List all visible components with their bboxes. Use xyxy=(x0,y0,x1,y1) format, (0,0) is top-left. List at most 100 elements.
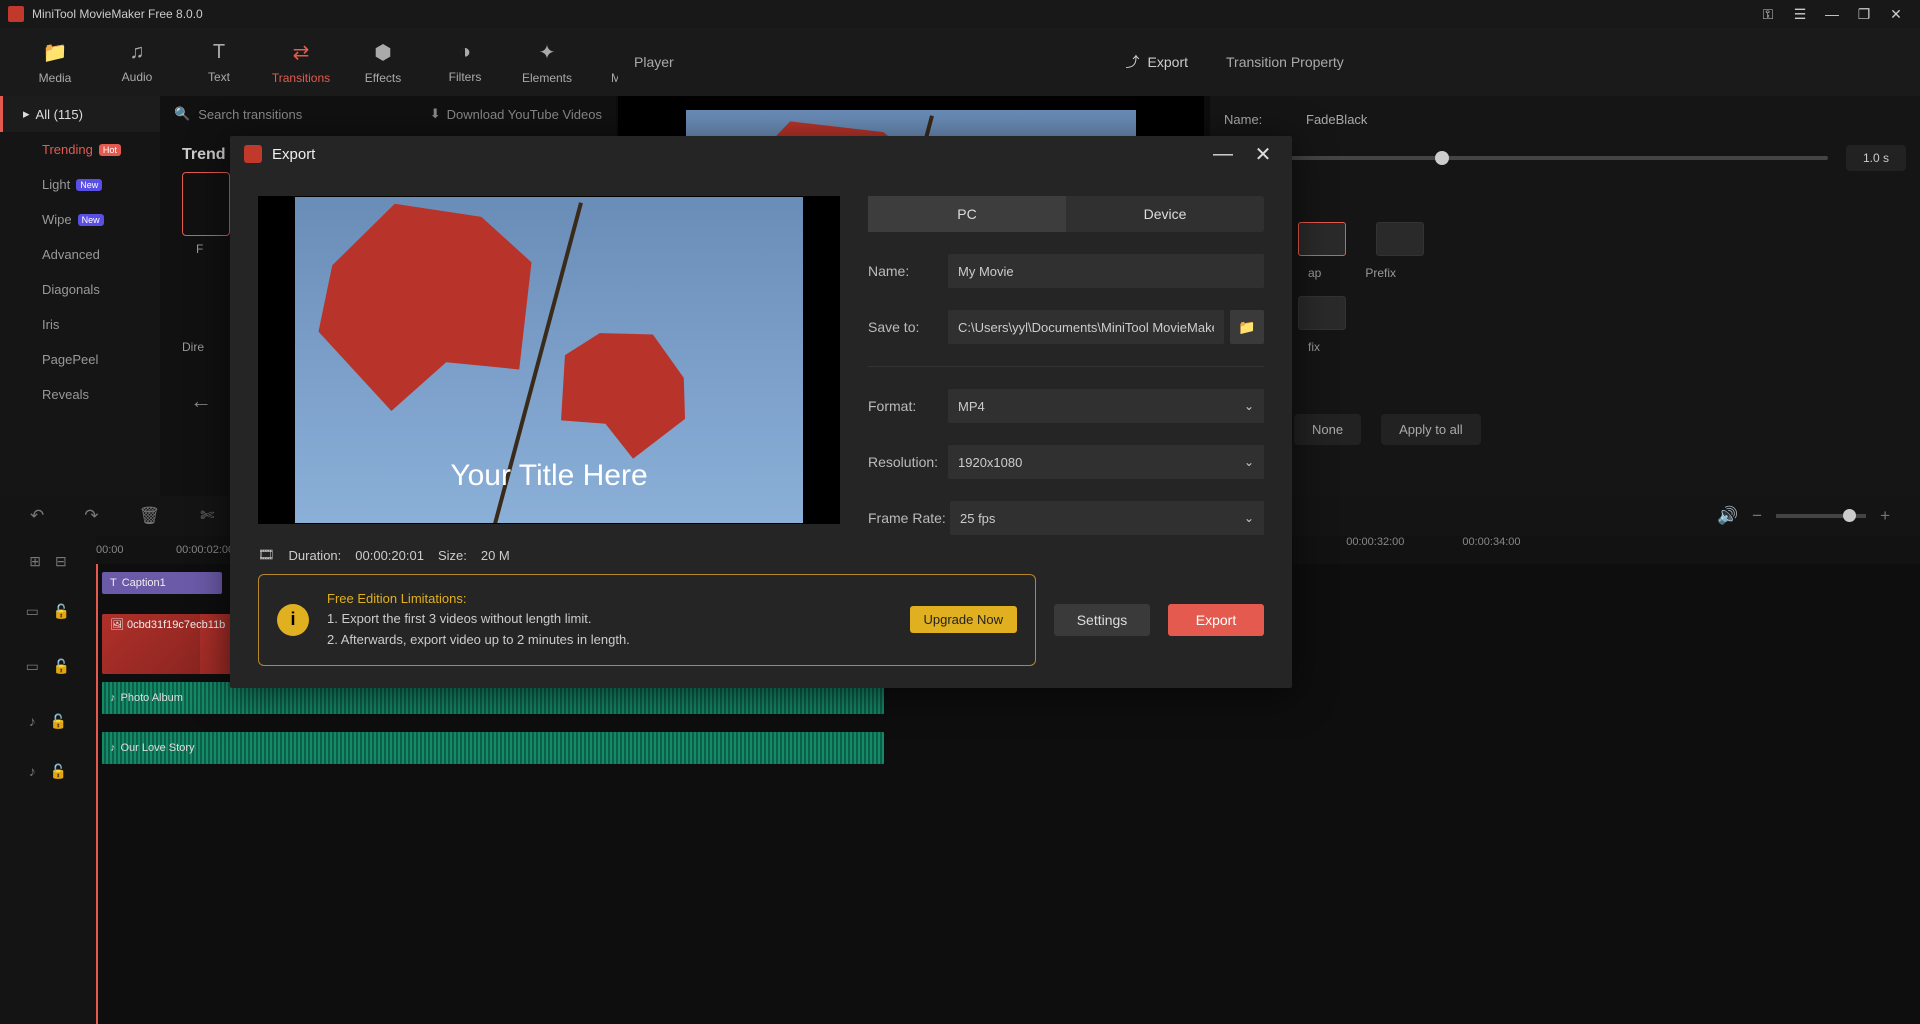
search-input[interactable]: Search transitions xyxy=(198,107,302,122)
fps-label: Frame Rate: xyxy=(868,510,950,526)
app-logo-icon xyxy=(244,145,262,163)
download-youtube-button[interactable]: ⬇Download YouTube Videos xyxy=(430,106,602,122)
lock-icon[interactable]: 🔓 xyxy=(50,763,67,780)
sidebar-item-pagepeel[interactable]: PagePeel xyxy=(0,342,160,377)
lock-icon[interactable]: 🔓 xyxy=(50,713,67,730)
fps-select[interactable]: 25 fps⌄ xyxy=(950,501,1264,535)
tab-pc[interactable]: PC xyxy=(868,196,1066,232)
app-logo-icon xyxy=(8,6,24,22)
slider-thumb[interactable] xyxy=(1435,151,1449,165)
export-top-button[interactable]: ⤴ Export xyxy=(1126,52,1188,72)
license-key-icon[interactable]: ⚿ xyxy=(1752,6,1784,23)
mode-thumbs xyxy=(1298,222,1906,256)
transition-thumb[interactable] xyxy=(182,172,230,236)
split-icon[interactable]: ✄ xyxy=(200,506,214,526)
collapse-icon[interactable]: ⊟ xyxy=(55,553,67,570)
zoom-in-icon[interactable]: + xyxy=(1880,506,1890,526)
track-type-icon: ▭ xyxy=(26,603,39,620)
download-icon: ⬇ xyxy=(430,106,441,122)
none-button[interactable]: None xyxy=(1294,414,1361,445)
window-close-icon[interactable]: ✕ xyxy=(1880,6,1912,23)
mode-option-prefix[interactable] xyxy=(1376,222,1424,256)
sidebar-item-all[interactable]: ▸ All (115) xyxy=(0,96,160,132)
prop-name-value: FadeBlack xyxy=(1306,112,1367,127)
mode-option-overlap[interactable] xyxy=(1298,222,1346,256)
lock-icon[interactable]: 🔓 xyxy=(53,658,70,675)
audio-track-2[interactable]: ♪Our Love Story xyxy=(96,724,1920,774)
tab-transitions[interactable]: ⇄Transitions xyxy=(266,40,336,85)
chevron-down-icon: ⌄ xyxy=(1244,511,1254,525)
leaf-shape xyxy=(537,303,713,472)
limitation-heading: Free Edition Limitations: xyxy=(327,589,892,610)
upgrade-now-button[interactable]: Upgrade Now xyxy=(910,606,1018,633)
tab-effects[interactable]: ⬢Effects xyxy=(348,40,418,85)
tab-filters[interactable]: ◑Filters xyxy=(430,41,500,84)
music-track-icon: ♪ xyxy=(29,763,36,779)
prop-name-label: Name: xyxy=(1224,112,1288,127)
property-header: Transition Property xyxy=(1210,28,1920,96)
undo-icon[interactable]: ↶ xyxy=(30,506,44,526)
lock-icon[interactable]: 🔓 xyxy=(53,603,70,620)
music-note-icon: ♫ xyxy=(130,41,145,64)
folder-icon: 📁 xyxy=(43,40,68,65)
music-track-icon: ♪ xyxy=(29,713,36,729)
search-bar: 🔍 Search transitions ⬇Download YouTube V… xyxy=(160,96,616,132)
export-dialog: Export — ✕ Your Title Here PC Device Nam… xyxy=(230,136,1292,688)
caption-clip[interactable]: TCaption1 xyxy=(102,572,222,594)
duration-value[interactable]: 1.0 s xyxy=(1846,145,1906,171)
browse-folder-button[interactable]: 📁 xyxy=(1230,310,1264,344)
sidebar-item-light[interactable]: LightNew xyxy=(0,167,160,202)
sidebar-item-iris[interactable]: Iris xyxy=(0,307,160,342)
dialog-titlebar: Export — ✕ xyxy=(230,136,1292,172)
format-select[interactable]: MP4⌄ xyxy=(948,389,1264,423)
elements-icon: ✦ xyxy=(539,40,556,65)
folder-icon: 📁 xyxy=(1238,319,1255,336)
resolution-select[interactable]: 1920x1080⌄ xyxy=(948,445,1264,479)
tab-media[interactable]: 📁Media xyxy=(20,40,90,85)
window-minimize-icon[interactable]: — xyxy=(1816,6,1848,22)
duration-label: Duration: xyxy=(289,548,342,563)
saveto-input[interactable] xyxy=(948,310,1224,344)
sidebar-item-advanced[interactable]: Advanced xyxy=(0,237,160,272)
zoom-out-icon[interactable]: − xyxy=(1752,506,1762,526)
settings-button[interactable]: Settings xyxy=(1054,604,1150,636)
audio-clip[interactable]: ♪Our Love Story xyxy=(102,732,884,764)
delete-icon[interactable]: 🗑 xyxy=(139,506,161,526)
apply-to-all-button[interactable]: Apply to all xyxy=(1381,414,1481,445)
duration-slider[interactable] xyxy=(1224,156,1828,160)
track-headers: ⊞⊟ ▭🔓 ▭🔓 ♪🔓 ♪🔓 xyxy=(0,536,96,1024)
sidebar-item-reveals[interactable]: Reveals xyxy=(0,377,160,412)
hamburger-menu-icon[interactable]: ☰ xyxy=(1784,6,1816,23)
chevron-down-icon: ⌄ xyxy=(1244,455,1254,469)
text-icon: T xyxy=(213,41,225,64)
mode-option-postfix[interactable] xyxy=(1298,296,1346,330)
player-header: Player ⤴ Export xyxy=(618,28,1204,96)
tab-elements[interactable]: ✦Elements xyxy=(512,40,582,85)
tab-device[interactable]: Device xyxy=(1066,196,1264,232)
info-icon: i xyxy=(277,604,309,636)
limitation-line: 1. Export the first 3 videos without len… xyxy=(327,609,892,630)
player-label: Player xyxy=(634,54,1126,70)
slider-thumb[interactable] xyxy=(1843,509,1856,522)
window-maximize-icon[interactable]: ❐ xyxy=(1848,6,1880,23)
tab-text[interactable]: TText xyxy=(184,41,254,84)
resolution-label: Resolution: xyxy=(868,454,948,470)
tab-audio[interactable]: ♫Audio xyxy=(102,41,172,84)
sidebar-item-diagonals[interactable]: Diagonals xyxy=(0,272,160,307)
dialog-minimize-icon[interactable]: — xyxy=(1208,143,1238,166)
volume-icon[interactable]: 🔊 xyxy=(1717,506,1738,526)
chevron-down-icon: ⌄ xyxy=(1244,399,1254,413)
sidebar-item-trending[interactable]: TrendingHot xyxy=(0,132,160,167)
dialog-title: Export xyxy=(272,146,1198,163)
size-label: Size: xyxy=(438,548,467,563)
redo-icon[interactable]: ↷ xyxy=(84,506,98,526)
add-track-icon[interactable]: ⊞ xyxy=(29,553,41,570)
zoom-slider[interactable] xyxy=(1776,514,1866,518)
export-form: PC Device Name: Save to: 📁 Format: MP4⌄ … xyxy=(868,196,1264,535)
upload-icon: ⤴ xyxy=(1126,52,1140,72)
dialog-close-icon[interactable]: ✕ xyxy=(1248,142,1278,167)
export-button[interactable]: Export xyxy=(1168,604,1264,636)
sidebar-item-wipe[interactable]: WipeNew xyxy=(0,202,160,237)
name-input[interactable] xyxy=(948,254,1264,288)
text-icon: T xyxy=(110,577,117,589)
